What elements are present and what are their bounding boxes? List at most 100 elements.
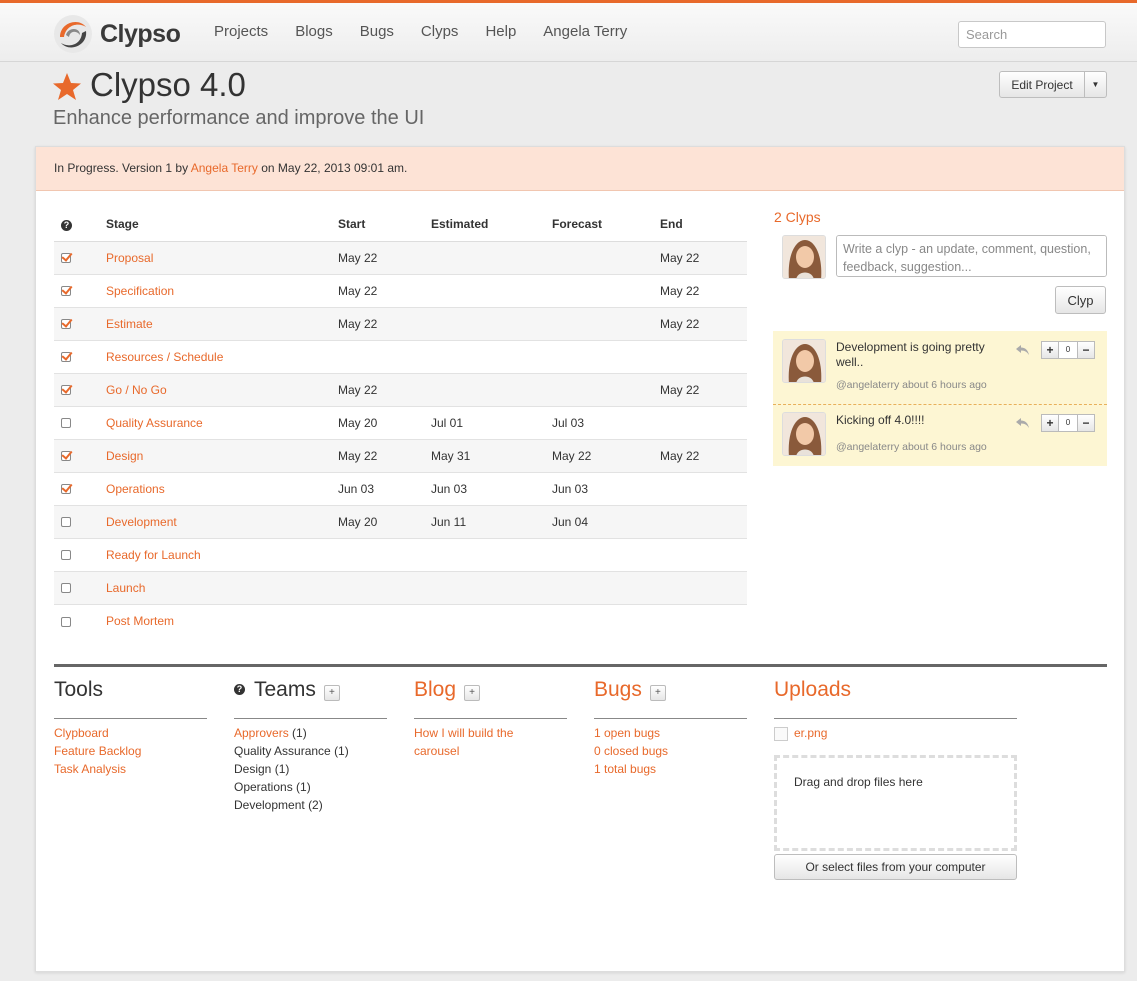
stage-link[interactable]: Launch xyxy=(106,581,145,595)
upvote-button[interactable]: + xyxy=(1041,341,1059,359)
stage-start-cell: May 22 xyxy=(338,439,431,473)
checked-checkbox-icon[interactable] xyxy=(61,352,71,363)
star-icon[interactable] xyxy=(52,72,82,102)
col-estimated: Estimated xyxy=(431,207,552,242)
stage-link[interactable]: Operations xyxy=(106,482,165,496)
stage-link[interactable]: Development xyxy=(106,515,177,529)
edit-project-button[interactable]: Edit Project xyxy=(999,71,1085,98)
reply-icon[interactable] xyxy=(1016,344,1030,356)
uploaded-file-link[interactable]: er.png xyxy=(794,726,827,740)
stage-date: May 22 xyxy=(338,382,378,397)
nav-clyps[interactable]: Clyps xyxy=(421,23,459,40)
clyp-item: Development is going pretty well.. @ange… xyxy=(773,331,1107,397)
nav-projects[interactable]: Projects xyxy=(214,23,268,40)
stage-name-cell: Quality Assurance xyxy=(106,406,338,440)
stage-date: Jun 11 xyxy=(431,514,467,529)
nav-bugs[interactable]: Bugs xyxy=(360,23,394,40)
stage-name-cell: Proposal xyxy=(106,241,338,275)
unchecked-checkbox-icon[interactable] xyxy=(61,418,71,429)
stage-link[interactable]: Post Mortem xyxy=(106,614,174,628)
clyp-compose-input[interactable] xyxy=(836,235,1107,277)
nav-help[interactable]: Help xyxy=(485,23,516,40)
add-blog-button[interactable]: + xyxy=(464,685,481,701)
checked-checkbox-icon[interactable] xyxy=(61,484,71,495)
nav-user[interactable]: Angela Terry xyxy=(543,23,627,40)
team-item: Quality Assurance (1) xyxy=(234,742,387,760)
stage-end-cell xyxy=(660,472,747,506)
team-count: (1) xyxy=(296,780,311,794)
stage-row: Quality Assurance May 20 Jul 01 Jul 03 xyxy=(54,406,747,440)
stage-table: ? Stage Start Estimated Forecast End Pro… xyxy=(54,207,747,637)
unchecked-checkbox-icon[interactable] xyxy=(61,616,71,627)
checked-checkbox-icon[interactable] xyxy=(61,253,71,264)
team-link-approvers[interactable]: Approvers xyxy=(234,726,289,740)
checked-checkbox-icon[interactable] xyxy=(61,451,71,462)
tool-link-feature-backlog[interactable]: Feature Backlog xyxy=(54,744,141,758)
stage-link[interactable]: Go / No Go xyxy=(106,383,167,397)
team-name: Quality Assurance xyxy=(234,744,331,758)
stage-end-cell xyxy=(660,571,747,605)
unchecked-checkbox-icon[interactable] xyxy=(61,583,71,594)
checked-checkbox-icon[interactable] xyxy=(61,385,71,396)
stage-end-cell: May 22 xyxy=(660,241,747,275)
stage-link[interactable]: Resources / Schedule xyxy=(106,350,223,364)
tools-list: Clypboard Feature Backlog Task Analysis xyxy=(54,719,207,778)
stage-name-cell: Estimate xyxy=(106,307,338,341)
help-icon[interactable]: ? xyxy=(234,684,245,695)
downvote-button[interactable]: − xyxy=(1077,414,1095,432)
uploads-list: er.png xyxy=(774,719,1017,742)
reply-icon[interactable] xyxy=(1016,417,1030,429)
add-team-button[interactable]: + xyxy=(323,685,340,701)
blog-title[interactable]: Blog xyxy=(414,678,456,702)
stage-row: Launch xyxy=(54,571,747,605)
tool-link-clypboard[interactable]: Clypboard xyxy=(54,726,109,740)
stage-name-cell: Go / No Go xyxy=(106,373,338,407)
add-bug-button[interactable]: + xyxy=(649,685,666,701)
stage-link[interactable]: Ready for Launch xyxy=(106,548,201,562)
stage-estimated-cell: Jul 01 xyxy=(431,406,552,440)
unchecked-checkbox-icon[interactable] xyxy=(61,517,71,528)
stage-date: May 22 xyxy=(660,283,700,298)
stage-estimated-cell xyxy=(431,373,552,407)
stage-table-body: Proposal May 22 May 22 Specification May 22 M… xyxy=(54,241,747,637)
clyp-text: Development is going pretty well.. xyxy=(836,340,985,369)
logo[interactable]: Clypso xyxy=(52,13,181,55)
stage-link[interactable]: Proposal xyxy=(106,251,153,265)
tool-link-task-analysis[interactable]: Task Analysis xyxy=(54,762,126,776)
bugs-title[interactable]: Bugs xyxy=(594,678,642,702)
file-dropzone[interactable]: Drag and drop files here xyxy=(774,755,1017,851)
stage-estimated-cell xyxy=(431,307,552,341)
nav-blogs[interactable]: Blogs xyxy=(295,23,333,40)
stage-date: May 20 xyxy=(338,514,378,529)
uploads-heading: Uploads xyxy=(774,677,1017,719)
tools-heading: Tools xyxy=(54,677,207,719)
help-icon[interactable]: ? xyxy=(61,219,72,231)
blog-post-link[interactable]: How I will build the carousel xyxy=(414,726,513,758)
stage-link[interactable]: Specification xyxy=(106,284,174,298)
clyps-count-title: 2 Clyps xyxy=(774,209,821,225)
stage-link[interactable]: Design xyxy=(106,449,143,463)
open-bugs-link[interactable]: 1 open bugs xyxy=(594,726,660,740)
upvote-button[interactable]: + xyxy=(1041,414,1059,432)
clyp-feed: Development is going pretty well.. @ange… xyxy=(773,331,1107,466)
stage-link[interactable]: Quality Assurance xyxy=(106,416,203,430)
stage-date: May 22 xyxy=(338,448,378,463)
downvote-button[interactable]: − xyxy=(1077,341,1095,359)
status-author-link[interactable]: Angela Terry xyxy=(191,161,258,175)
checked-checkbox-icon[interactable] xyxy=(61,286,71,297)
stage-row: Operations Jun 03 Jun 03 Jun 03 xyxy=(54,472,747,506)
select-files-button[interactable]: Or select files from your computer xyxy=(774,854,1017,880)
stage-link[interactable]: Estimate xyxy=(106,317,153,331)
unchecked-checkbox-icon[interactable] xyxy=(61,550,71,561)
stage-checkbox-cell xyxy=(54,307,106,341)
search-input[interactable] xyxy=(958,21,1106,48)
edit-project-dropdown-button[interactable]: ▼ xyxy=(1085,71,1107,98)
stage-checkbox-cell xyxy=(54,604,106,637)
col-start: Start xyxy=(338,207,431,242)
stage-start-cell: May 22 xyxy=(338,241,431,275)
clyp-submit-button[interactable]: Clyp xyxy=(1055,286,1106,314)
blog-list: How I will build the carousel xyxy=(414,719,567,760)
checked-checkbox-icon[interactable] xyxy=(61,319,71,330)
closed-bugs-link[interactable]: 0 closed bugs xyxy=(594,744,668,758)
total-bugs-link[interactable]: 1 total bugs xyxy=(594,762,656,776)
